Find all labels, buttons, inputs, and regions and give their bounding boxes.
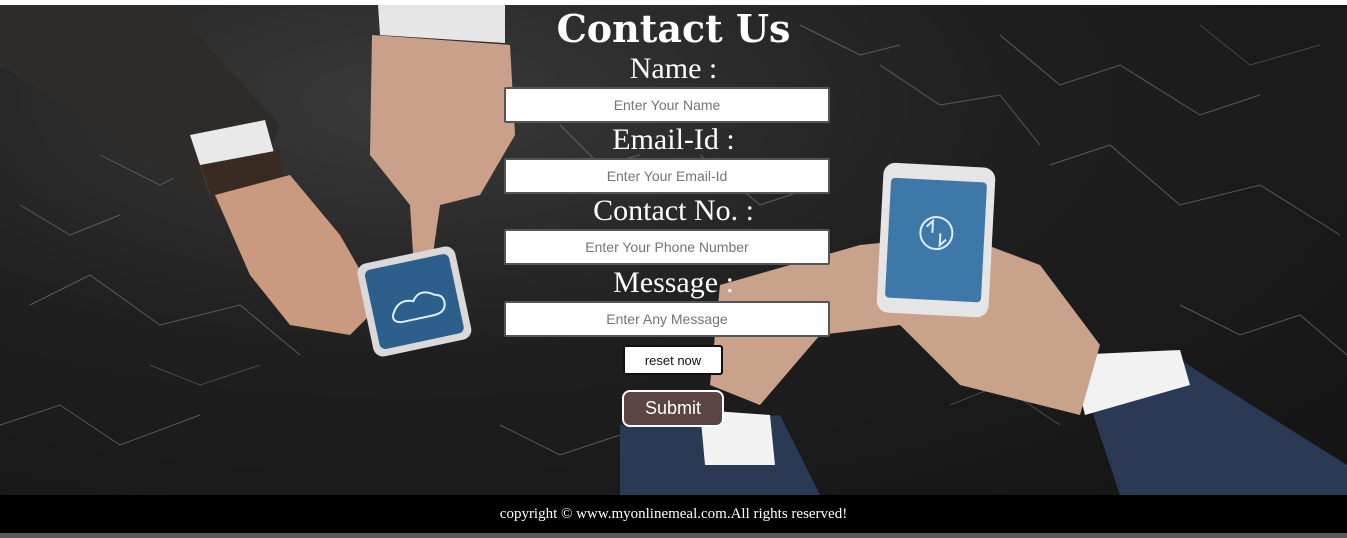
submit-button[interactable]: Submit [622, 390, 724, 427]
message-input[interactable] [504, 301, 830, 337]
email-input[interactable] [504, 158, 830, 194]
email-label: Email-Id : [612, 123, 735, 156]
message-label: Message : [613, 266, 734, 299]
phone-input[interactable] [504, 229, 830, 265]
reset-button[interactable]: reset now [623, 345, 723, 375]
contact-page: Contact Us Name : Email-Id : Contact No.… [0, 5, 1347, 538]
copyright-text: copyright © www.myonlinemeal.com.All rig… [499, 506, 848, 522]
bottom-strip [0, 533, 1347, 538]
name-input[interactable] [504, 87, 830, 123]
footer: copyright © www.myonlinemeal.com.All rig… [0, 495, 1347, 533]
name-label: Name : [629, 52, 718, 85]
page-title: Contact Us [556, 6, 791, 51]
phone-label: Contact No. : [593, 194, 754, 227]
